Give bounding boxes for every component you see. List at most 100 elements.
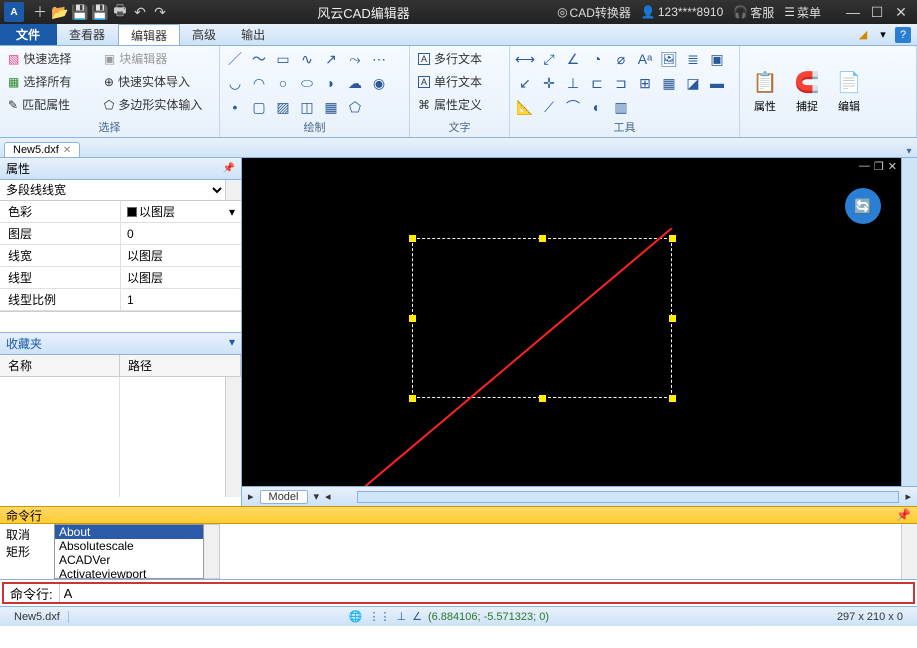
block-icon[interactable]: ▣	[706, 48, 728, 70]
arc-dim-icon[interactable]: ⌒	[562, 96, 584, 118]
image-icon[interactable]: 🖼	[658, 48, 680, 70]
ellipse-arc-icon[interactable]: ◗	[320, 72, 342, 94]
layout-dropdown-icon[interactable]: ▾	[314, 490, 320, 503]
edit-button[interactable]: 📄编辑	[828, 48, 870, 134]
region-icon[interactable]: ◫	[296, 96, 318, 118]
circle-icon[interactable]: ○	[272, 72, 294, 94]
redo-icon[interactable]: ↷	[150, 2, 170, 22]
help-icon[interactable]: ?	[895, 27, 911, 43]
selected-rectangle[interactable]	[412, 238, 672, 398]
continue-icon[interactable]: ⊐	[610, 72, 632, 94]
snap-button[interactable]: 🧲捕捉	[786, 48, 828, 134]
canvas-vertical-scrollbar[interactable]	[901, 158, 917, 486]
dashline-icon[interactable]: ⋯	[368, 48, 390, 70]
pin-icon[interactable]: 📌	[223, 163, 235, 174]
command-input[interactable]	[59, 584, 913, 602]
ellipse-icon[interactable]: ⬭	[296, 72, 318, 94]
table-icon[interactable]: ▦	[320, 96, 342, 118]
scroll-left-icon[interactable]: ◂	[325, 490, 331, 503]
single-text-button[interactable]: A单行文本	[414, 71, 486, 92]
dim-aligned-icon[interactable]: ⤢	[538, 48, 560, 70]
ray-icon[interactable]: ⤳	[344, 48, 366, 70]
properties-button[interactable]: 📋属性	[744, 48, 786, 134]
maximize-button[interactable]: ☐	[865, 2, 889, 22]
canvas-minimize-icon[interactable]: —	[859, 160, 870, 173]
customer-service[interactable]: 🎧 客服	[733, 4, 774, 21]
grip-ml[interactable]	[409, 315, 416, 322]
grip-br[interactable]	[669, 395, 676, 402]
document-tab[interactable]: New5.dxf ✕	[4, 142, 80, 157]
leader-icon[interactable]: ↙	[514, 72, 536, 94]
canvas-horizontal-scrollbar[interactable]	[357, 491, 900, 503]
main-menu[interactable]: ☰ 菜单	[784, 4, 821, 21]
text-style-icon[interactable]: Aᵃ	[634, 48, 656, 70]
baseline-icon[interactable]: ⊏	[586, 72, 608, 94]
prop-linetype-value[interactable]: 以图层	[120, 267, 241, 288]
suggestion-item[interactable]: About	[55, 525, 203, 539]
prop-color-value[interactable]: 以图层▾	[120, 201, 241, 222]
polyline-icon[interactable]: 〜	[248, 48, 270, 70]
suggestion-item[interactable]: ACADVer	[55, 553, 203, 567]
arc2-icon[interactable]: ◠	[248, 72, 270, 94]
command-suggestion-list[interactable]: About Absolutescale ACADVer Activateview…	[54, 524, 204, 579]
ortho-toggle-icon[interactable]: ⊥	[396, 610, 406, 623]
prop-ltscale-value[interactable]: 1	[120, 289, 241, 310]
revision-cloud-icon[interactable]: ☁	[344, 72, 366, 94]
mtext-button[interactable]: A多行文本	[414, 48, 486, 69]
polar-toggle-icon[interactable]: ∠	[412, 610, 422, 623]
wipe-icon[interactable]: ▬	[706, 72, 728, 94]
suggestion-scrollbar[interactable]	[204, 524, 220, 579]
open-icon[interactable]: 📂	[50, 2, 70, 22]
menu-advanced[interactable]: 高级	[180, 24, 229, 45]
selection-type-dropdown[interactable]: 多段线线宽	[0, 180, 225, 200]
grip-bm[interactable]	[539, 395, 546, 402]
cad-converter-link[interactable]: ◎ CAD转换器	[557, 4, 631, 21]
undo-icon[interactable]: ↶	[130, 2, 150, 22]
rectangle-icon[interactable]: ▭	[272, 48, 294, 70]
misc1-icon[interactable]: ◐	[586, 96, 608, 118]
save-icon[interactable]: 💾	[70, 2, 90, 22]
xref-icon[interactable]: ◪	[682, 72, 704, 94]
grip-tl[interactable]	[409, 235, 416, 242]
prop-layer-value[interactable]: 0	[120, 223, 241, 244]
save-as-icon[interactable]: 💾	[90, 2, 110, 22]
menu-file[interactable]: 文件	[0, 24, 57, 45]
dim-diameter-icon[interactable]: ⌀	[610, 48, 632, 70]
style-dropdown-icon[interactable]: ▾	[875, 27, 891, 43]
close-button[interactable]: ✕	[889, 2, 913, 22]
canvas-restore-icon[interactable]: ❐	[874, 160, 884, 173]
dim-angular-icon[interactable]: ∠	[562, 48, 584, 70]
point-icon[interactable]: •	[224, 96, 246, 118]
donut-icon[interactable]: ◉	[368, 72, 390, 94]
box-icon[interactable]: ▢	[248, 96, 270, 118]
insert-icon[interactable]: ▦	[658, 72, 680, 94]
grip-tm[interactable]	[539, 235, 546, 242]
cmd-history-scrollbar[interactable]	[901, 524, 917, 579]
tolerance-icon[interactable]: ⊞	[634, 72, 656, 94]
model-tab[interactable]: Model	[260, 490, 308, 504]
minimize-button[interactable]: —	[841, 2, 865, 22]
new-icon[interactable]: ＋	[30, 2, 50, 22]
translate-fab-icon[interactable]: 🔄	[845, 188, 881, 224]
layout-prev-icon[interactable]: ▸	[248, 490, 254, 503]
fav-col-path[interactable]: 路径	[120, 355, 241, 376]
arc-icon[interactable]: ◡	[224, 72, 246, 94]
layer-icon[interactable]: ≣	[682, 48, 704, 70]
dim-radius-icon[interactable]: ◔	[586, 48, 608, 70]
quick-entity-import-button[interactable]: ⊕快速实体导入	[100, 71, 215, 92]
grip-mr[interactable]	[669, 315, 676, 322]
snap-toggle-icon[interactable]: 🌐	[349, 610, 363, 623]
grip-bl[interactable]	[409, 395, 416, 402]
close-tab-icon[interactable]: ✕	[63, 145, 71, 156]
polygon-entity-input-button[interactable]: ⬠多边形实体输入	[100, 94, 215, 115]
grid-toggle-icon[interactable]: ⋮⋮	[368, 610, 390, 623]
attdef-button[interactable]: ⌘属性定义	[414, 94, 486, 115]
grip-tr[interactable]	[669, 235, 676, 242]
divide-icon[interactable]: ⟋	[538, 96, 560, 118]
fav-dropdown-icon[interactable]: ▾	[229, 335, 235, 352]
hatch-icon[interactable]: ▨	[272, 96, 294, 118]
suggestion-item[interactable]: Absolutescale	[55, 539, 203, 553]
ordinate-icon[interactable]: ⊥	[562, 72, 584, 94]
style-icon[interactable]: ◢	[855, 27, 871, 43]
user-account[interactable]: 👤 123****8910	[641, 5, 723, 19]
